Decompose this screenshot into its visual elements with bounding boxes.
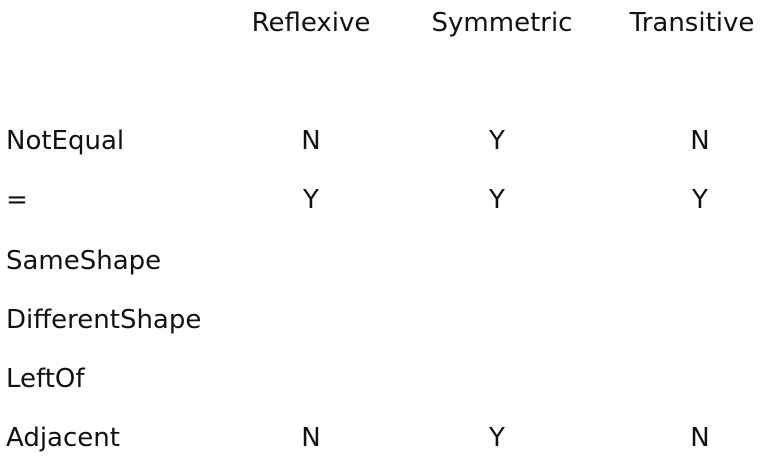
cell-adjacent-symmetric: Y: [489, 423, 505, 453]
cell-notequal-reflexive: N: [301, 126, 321, 156]
row-label-differentshape: DifferentShape: [6, 305, 202, 335]
row-label-notequal: NotEqual: [6, 126, 125, 156]
row-label-sameshape: SameShape: [6, 246, 162, 276]
column-header-transitive: Transitive: [629, 8, 755, 38]
cell-equals-transitive: Y: [692, 185, 708, 215]
cell-adjacent-transitive: N: [690, 423, 710, 453]
row-label-adjacent: Adjacent: [6, 423, 120, 453]
cell-adjacent-reflexive: N: [301, 423, 321, 453]
cell-notequal-symmetric: Y: [489, 126, 505, 156]
cell-equals-reflexive: Y: [303, 185, 319, 215]
cell-equals-symmetric: Y: [489, 185, 505, 215]
column-header-reflexive: Reflexive: [251, 8, 371, 38]
row-label-equals: =: [6, 185, 28, 215]
column-header-symmetric: Symmetric: [431, 8, 573, 38]
cell-notequal-transitive: N: [690, 126, 710, 156]
row-label-leftof: LeftOf: [6, 364, 85, 394]
